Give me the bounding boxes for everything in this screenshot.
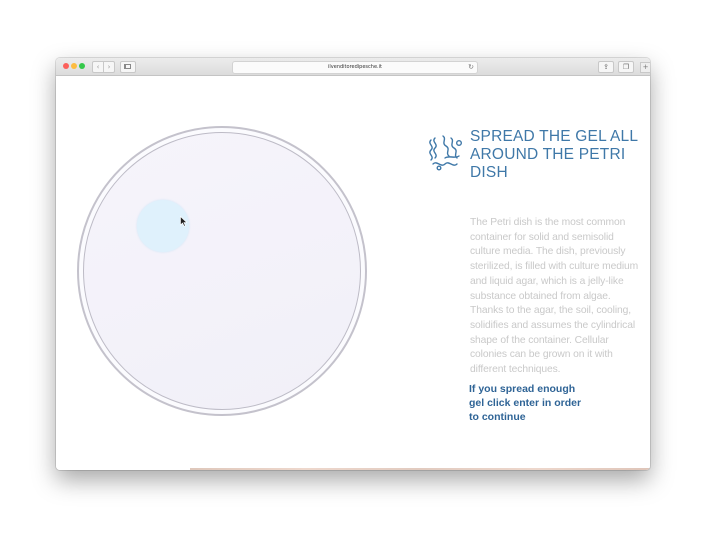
address-text: ilvenditoredipesche.it (328, 64, 382, 70)
chevron-left-icon: ‹ (96, 63, 100, 71)
show-tabs-button[interactable]: ❐ (618, 61, 634, 73)
petri-dish[interactable] (77, 126, 367, 416)
chevron-right-icon: › (107, 63, 111, 71)
page-title: SPREAD THE GEL ALL AROUND THE PETRI DISH (470, 128, 638, 181)
close-window-button[interactable] (63, 63, 69, 69)
bottom-decoration (190, 468, 650, 470)
address-bar[interactable]: ilvenditoredipesche.it ↻ (232, 61, 478, 74)
plus-icon: + (642, 63, 649, 71)
forward-button[interactable]: › (103, 61, 115, 73)
new-tab-button[interactable]: + (640, 62, 650, 73)
web-page: SPREAD THE GEL ALL AROUND THE PETRI DISH… (56, 76, 650, 470)
zoom-window-button[interactable] (79, 63, 85, 69)
browser-toolbar: ‹ › ilvenditoredipesche.it ↻ ⇪ ❐ + (56, 58, 650, 76)
tabs-icon: ❐ (622, 63, 630, 71)
bacteria-icon (429, 135, 463, 171)
instruction-text: If you spread enough gel click enter in … (469, 383, 582, 423)
browser-window: ‹ › ilvenditoredipesche.it ↻ ⇪ ❐ + SPREA… (56, 58, 650, 470)
petri-dish-inner-rim[interactable] (83, 132, 361, 410)
description-text: The Petri dish is the most common contai… (470, 217, 639, 376)
minimize-window-button[interactable] (71, 63, 77, 69)
share-icon: ⇪ (603, 63, 609, 71)
sidebar-toggle-button[interactable] (120, 61, 136, 73)
reload-icon[interactable]: ↻ (468, 62, 474, 73)
mouse-pointer-icon (180, 216, 188, 227)
share-button[interactable]: ⇪ (598, 61, 614, 73)
